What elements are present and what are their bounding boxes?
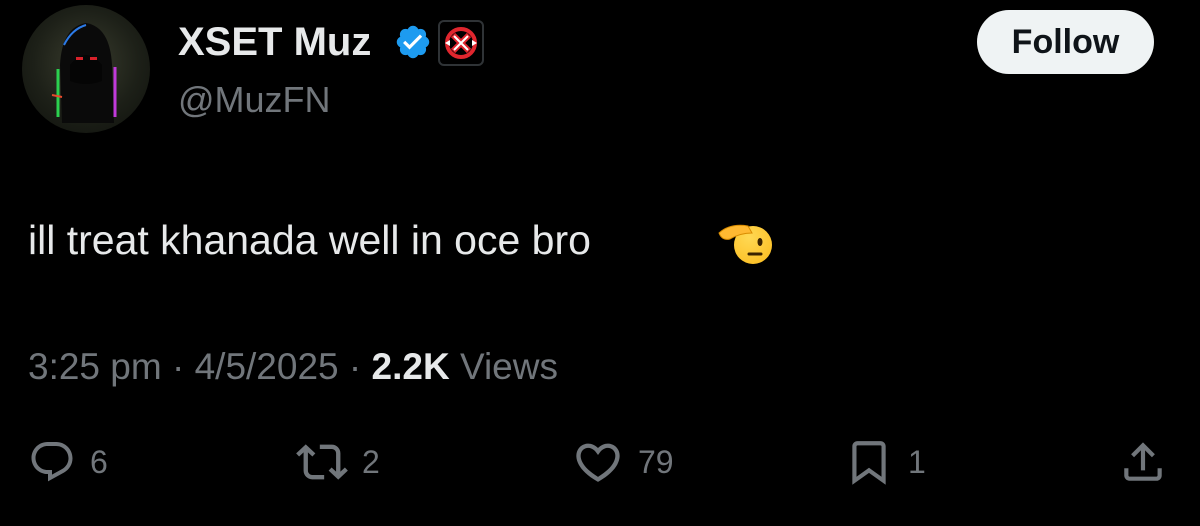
follow-button[interactable]: Follow [977,10,1154,74]
bookmark-count: 1 [908,443,926,480]
like-count: 79 [638,443,674,480]
retweet-button[interactable]: 2 [296,432,380,492]
hooded-figure-avatar-icon [51,23,117,123]
views-count: 2.2K [371,346,450,387]
user-handle[interactable]: @MuzFN [178,78,331,122]
meta-separator: · [348,346,362,387]
tweet-text: ill treat khanada well in oce bro [28,217,591,263]
tweet-time[interactable]: 3:25 pm [28,346,162,387]
meta-separator: · [171,346,185,387]
bookmark-icon [852,441,886,485]
retweet-count: 2 [362,443,380,480]
reply-count: 6 [90,443,108,480]
heart-icon [576,443,620,482]
bookmark-button[interactable]: 1 [844,432,926,492]
tweet-date[interactable]: 4/5/2025 [195,346,339,387]
reply-icon [31,442,73,482]
display-name[interactable]: XSET Muz [178,18,371,66]
verified-badge-icon [394,23,432,61]
saluting-face-emoji-icon [716,219,774,267]
like-button[interactable]: 79 [572,432,674,492]
affiliate-badge-icon[interactable] [438,20,484,66]
avatar[interactable] [22,5,150,133]
share-button[interactable] [1118,432,1168,492]
views-label: Views [459,346,558,387]
tweet-meta: 3:25 pm · 4/5/2025 · 2.2K Views [28,343,558,391]
reply-button[interactable]: 6 [28,432,108,492]
retweet-icon [296,444,348,480]
share-icon [1124,442,1162,481]
